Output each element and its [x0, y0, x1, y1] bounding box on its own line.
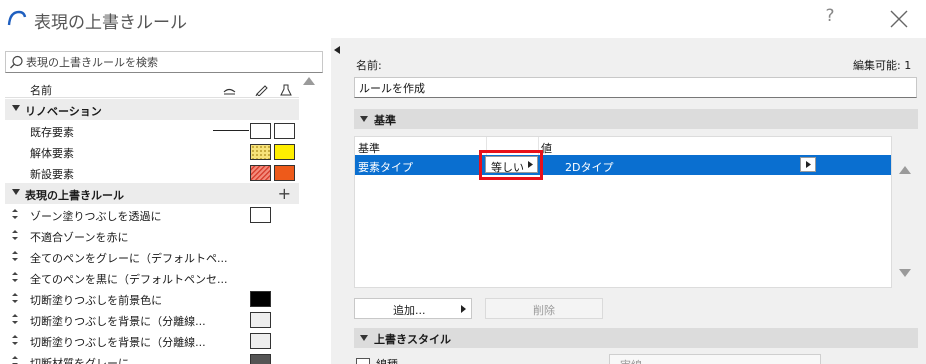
add-criterion-button[interactable]: 追加...	[354, 298, 472, 319]
scroll-up-icon[interactable]	[899, 165, 911, 175]
item-label: 既存要素	[30, 126, 74, 139]
delete-button-label: 削除	[533, 304, 555, 317]
fill-swatch[interactable]	[250, 207, 271, 223]
collapse-left-icon[interactable]	[334, 46, 340, 54]
fill-swatch[interactable]	[250, 291, 271, 307]
pen-swatch[interactable]	[274, 165, 295, 181]
list-item[interactable]: 新設要素	[5, 162, 299, 183]
line-type-field[interactable]: 実線	[609, 354, 821, 364]
criteria-table: 基準 値 要素タイプ 等しい 2Dタイプ	[354, 136, 892, 288]
delete-criterion-button[interactable]: 削除	[485, 298, 603, 319]
item-label: 全てのペンをグレーに（デフォルトペ...	[30, 252, 228, 265]
fill-column-icon[interactable]	[223, 83, 236, 96]
override-style-section-title: 上書きスタイル	[374, 333, 451, 346]
item-label: 新設要素	[30, 168, 74, 181]
name-label: 名前:	[356, 59, 382, 72]
fill-swatch[interactable]	[250, 123, 271, 139]
item-label: ゾーン塗りつぶしを透過に	[30, 210, 162, 223]
expand-down-icon[interactable]	[12, 104, 20, 112]
item-label: 解体要素	[30, 147, 74, 160]
drag-handle-icon[interactable]	[12, 230, 18, 240]
expand-down-icon[interactable]	[12, 188, 20, 196]
criteria-table-header: 基準 値	[355, 137, 891, 155]
title-bar: 表現の上書きルール ?	[0, 0, 926, 38]
column-criterion-header: 基準	[358, 142, 380, 155]
list-item[interactable]: 切断材質をグレーに	[5, 351, 299, 364]
group-label: 表現の上書きルール	[25, 189, 124, 202]
criterion-cell: 要素タイプ	[358, 161, 413, 174]
drag-handle-icon[interactable]	[12, 335, 18, 345]
window-title: 表現の上書きルール	[34, 13, 187, 33]
group-renovation[interactable]: リノベーション	[5, 99, 299, 120]
list-item[interactable]: 既存要素	[5, 120, 299, 141]
pane-splitter[interactable]	[331, 38, 341, 364]
surface-column-icon[interactable]	[280, 83, 293, 96]
line-type-sample	[213, 130, 249, 131]
pen-swatch[interactable]	[274, 123, 295, 139]
scroll-down-icon[interactable]	[899, 268, 911, 278]
list-item[interactable]: 不適合ゾーンを赤に	[5, 225, 299, 246]
line-type-value: 実線	[620, 357, 642, 364]
collapse-down-icon[interactable]	[360, 116, 368, 122]
list-item[interactable]: ゾーン塗りつぶしを透過に	[5, 204, 299, 225]
value-cell: 2Dタイプ	[565, 161, 614, 174]
fill-swatch[interactable]	[250, 165, 271, 181]
line-type-label: 線種	[376, 356, 398, 364]
help-button[interactable]: ?	[820, 6, 840, 30]
drag-handle-icon[interactable]	[12, 293, 18, 303]
override-style-section-header[interactable]: 上書きスタイル	[354, 328, 918, 348]
column-name-header: 名前	[30, 84, 52, 97]
fill-swatch[interactable]	[250, 144, 271, 160]
chevron-right-icon	[806, 161, 811, 168]
drag-handle-icon[interactable]	[12, 314, 18, 324]
list-item[interactable]: 切断塗りつぶしを背景に（分離線...	[5, 309, 299, 330]
item-label: 切断塗りつぶしを前景色に	[30, 294, 163, 307]
item-label: 切断塗りつぶしを背景に（分離線...	[30, 336, 206, 349]
fill-swatch[interactable]	[250, 354, 271, 364]
criteria-section-header[interactable]: 基準	[354, 109, 918, 129]
item-label: 全てのペンを黒に（デフォルトペンセ...	[30, 273, 228, 286]
close-icon[interactable]	[887, 7, 911, 31]
drag-handle-icon[interactable]	[12, 209, 18, 219]
list-item[interactable]: 解体要素	[5, 141, 299, 162]
criteria-row-selected[interactable]: 要素タイプ 等しい 2Dタイプ	[355, 155, 891, 175]
item-label: 不適合ゾーンを赤に	[30, 231, 129, 244]
line-type-checkbox[interactable]	[356, 358, 370, 364]
search-icon	[10, 55, 23, 69]
value-dropdown-button[interactable]	[800, 157, 816, 172]
list-item[interactable]: 切断塗りつぶしを前景色に	[5, 288, 299, 309]
search-box[interactable]	[5, 51, 323, 73]
search-input[interactable]	[26, 54, 316, 70]
list-item[interactable]: 全てのペンをグレーに（デフォルトペ...	[5, 246, 299, 267]
highlight-annotation	[479, 150, 543, 180]
pen-column-icon[interactable]	[255, 83, 268, 96]
fill-swatch[interactable]	[250, 333, 271, 349]
fill-swatch[interactable]	[250, 312, 271, 328]
add-button-label: 追加...	[393, 304, 426, 317]
editable-count: 編集可能: 1	[853, 59, 912, 72]
collapse-down-icon[interactable]	[360, 335, 368, 341]
item-label: 切断材質をグレーに	[30, 357, 129, 364]
drag-handle-icon[interactable]	[12, 251, 18, 261]
tree-header: 名前	[5, 80, 299, 98]
item-label: 切断塗りつぶしを背景に（分離線...	[30, 315, 206, 328]
rule-name-input[interactable]	[354, 77, 917, 98]
scroll-up-icon[interactable]	[303, 76, 315, 86]
group-override-rules[interactable]: 表現の上書きルール +	[5, 183, 299, 204]
add-rule-plus-icon[interactable]: +	[278, 184, 291, 203]
list-item[interactable]: 切断塗りつぶしを背景に（分離線...	[5, 330, 299, 351]
chevron-right-icon	[461, 305, 466, 313]
pen-swatch[interactable]	[274, 144, 295, 160]
archicad-logo-icon	[7, 10, 27, 26]
group-label: リノベーション	[25, 105, 102, 118]
criteria-section-title: 基準	[374, 114, 396, 127]
drag-handle-icon[interactable]	[12, 356, 18, 364]
drag-handle-icon[interactable]	[12, 272, 18, 282]
list-item[interactable]: 全てのペンを黒に（デフォルトペンセ...	[5, 267, 299, 288]
